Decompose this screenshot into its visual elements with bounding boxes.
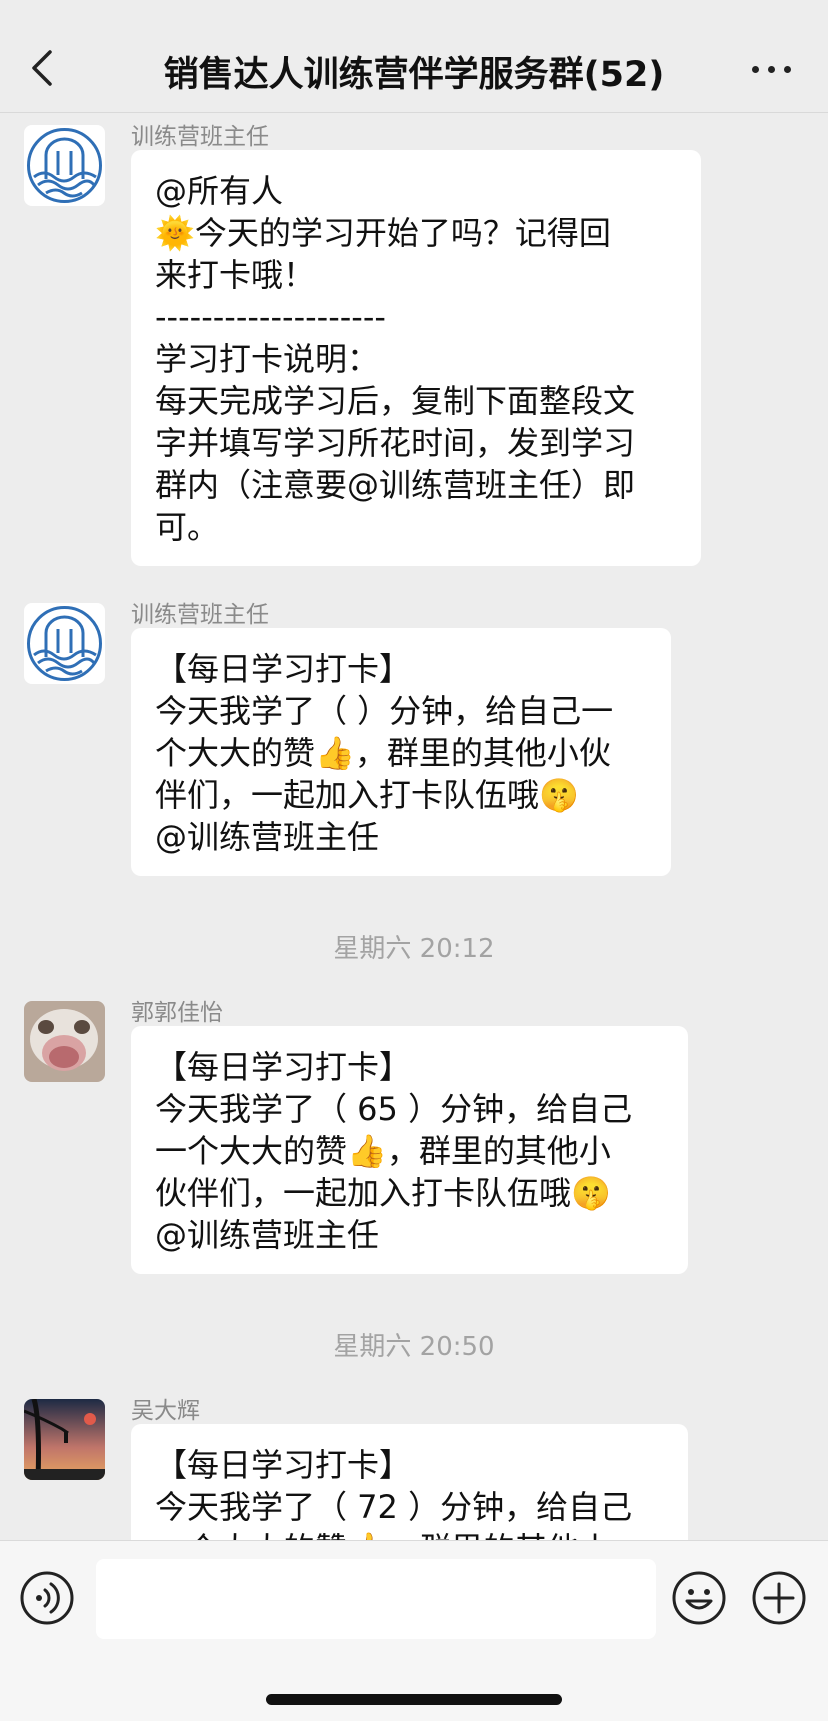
chevron-left-icon[interactable] — [28, 48, 58, 88]
message-line: 【每日学习打卡】 — [155, 1048, 412, 1086]
sender-name: 郭郭佳怡 — [131, 1000, 223, 1026]
timestamp: 星期六 20:12 — [333, 934, 495, 964]
voice-icon[interactable] — [20, 1571, 74, 1625]
camp-logo-avatar[interactable] — [24, 125, 105, 206]
message-line: 今天我学了（ 65 ）分钟，给自己 — [155, 1090, 633, 1128]
camp-logo-avatar[interactable] — [24, 603, 105, 684]
message-line: 一个大大的赞👍，群里的其他小 — [155, 1132, 611, 1170]
cat-photo-avatar[interactable] — [24, 1001, 105, 1082]
message-line: 来打卡哦！ — [155, 256, 316, 294]
message-line: 个大大的赞👍，群里的其他小伙 — [155, 734, 611, 772]
message-line: 学习打卡说明： — [155, 340, 380, 378]
message-list[interactable]: 训练营班主任 @所有人 🌞今天的学习开始了吗？记得回 来打卡哦！ -------… — [0, 113, 828, 1540]
chat-title: 销售达人训练营伴学服务群(52) — [163, 55, 665, 95]
home-indicator — [266, 1694, 562, 1705]
message-line: 【每日学习打卡】 — [155, 650, 412, 688]
message-line: 群内（注意要@训练营班主任）即 — [155, 466, 636, 504]
message-input[interactable] — [96, 1559, 656, 1639]
message-line: 每天完成学习后，复制下面整段文 — [155, 382, 636, 420]
message-line: 【每日学习打卡】 — [155, 1446, 412, 1484]
message-line: @训练营班主任 — [155, 1216, 380, 1254]
message-bubble[interactable]: 【每日学习打卡】 今天我学了（ ）分钟，给自己一 个大大的赞👍，群里的其他小伙 … — [131, 628, 671, 876]
timestamp: 星期六 20:50 — [333, 1332, 495, 1362]
message-line: 今天我学了（ 72 ）分钟，给自己 — [155, 1488, 633, 1526]
message-line: 可。 — [155, 508, 220, 546]
plus-icon[interactable] — [752, 1571, 806, 1625]
sender-name: 训练营班主任 — [131, 124, 269, 150]
sunset-tree-avatar[interactable] — [24, 1399, 105, 1480]
message-bubble[interactable]: 【每日学习打卡】 今天我学了（ 65 ）分钟，给自己 一个大大的赞👍，群里的其他… — [131, 1026, 688, 1274]
message-line: 字并填写学习所花时间，发到学习 — [155, 424, 636, 462]
emoji-icon[interactable] — [672, 1571, 726, 1625]
message-bubble[interactable]: @所有人 🌞今天的学习开始了吗？记得回 来打卡哦！ --------------… — [131, 150, 701, 566]
chat-header: 销售达人训练营伴学服务群(52) — [0, 0, 828, 113]
message-line: 🌞今天的学习开始了吗？记得回 — [155, 214, 611, 252]
message-line: 一个大大的赞👍，群里的其他小 — [155, 1528, 664, 1540]
message-line: 今天我学了（ ）分钟，给自己一 — [155, 692, 614, 730]
message-line: 伴们，一起加入打卡队伍哦🤫 — [155, 776, 579, 814]
message-bubble[interactable]: 【每日学习打卡】 今天我学了（ 72 ）分钟，给自己 一个大大的赞👍，群里的其他… — [131, 1424, 688, 1540]
sender-name: 训练营班主任 — [131, 602, 269, 628]
message-line: -------------------- — [155, 298, 386, 336]
sender-name: 吴大辉 — [131, 1398, 200, 1424]
message-line: 伙伴们，一起加入打卡队伍哦🤫 — [155, 1174, 611, 1212]
message-line: @所有人 — [155, 172, 284, 210]
message-line: @训练营班主任 — [155, 818, 380, 856]
more-dots-icon[interactable] — [752, 58, 792, 78]
